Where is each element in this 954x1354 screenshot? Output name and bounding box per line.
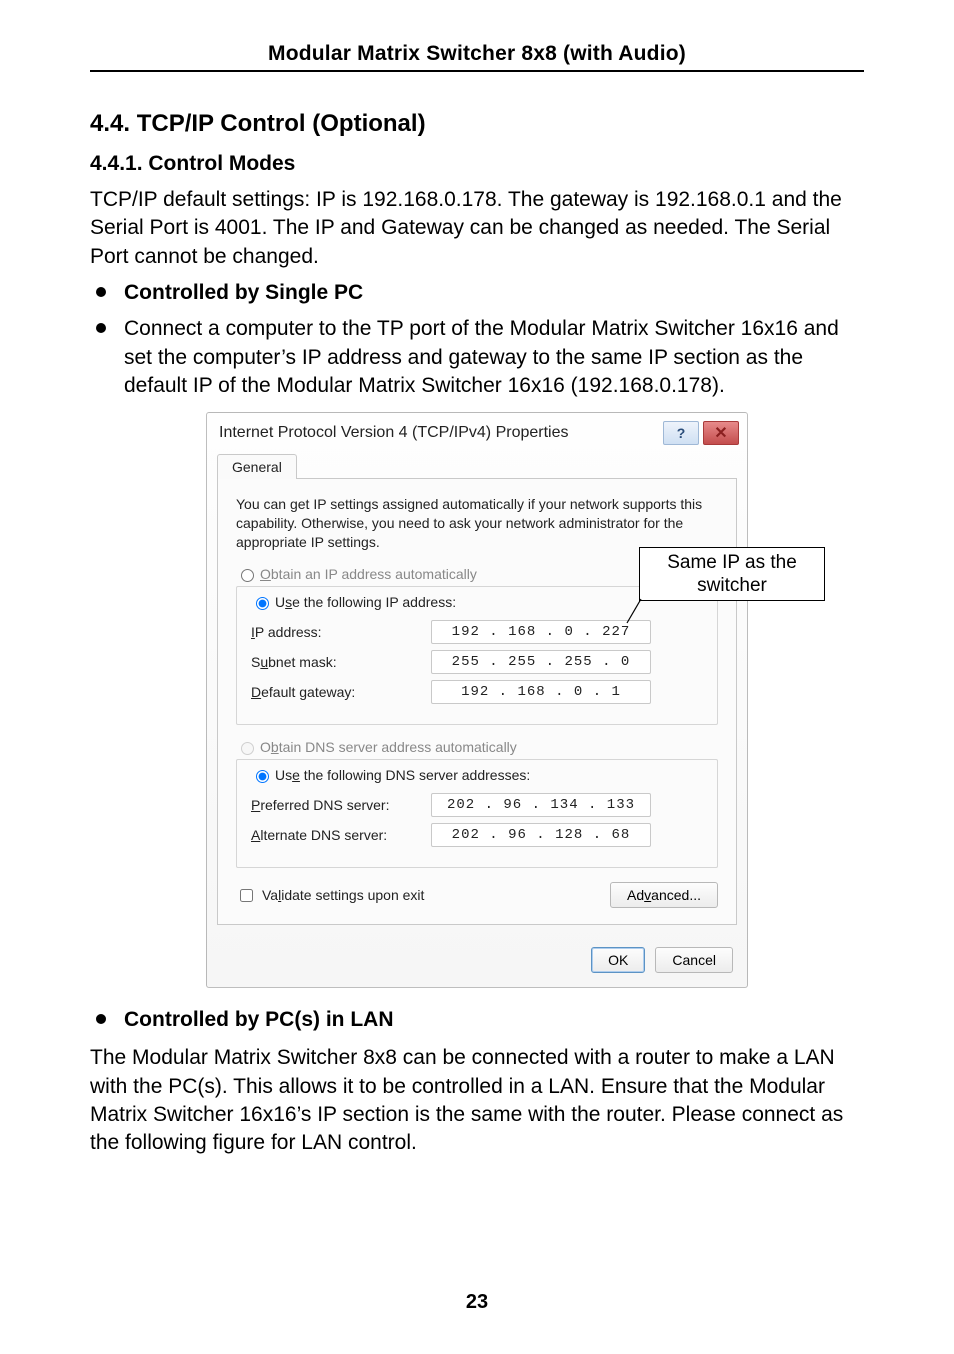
ip-address-label: IP address: [251,624,431,640]
bullet-single-pc-body: Connect a computer to the TP port of the… [124,315,864,400]
alternate-dns-label: Alternate DNS server: [251,827,431,843]
cancel-button[interactable]: Cancel [655,947,733,973]
subnet-mask-input[interactable]: 255 . 255 . 255 . 0 [431,650,651,674]
tab-general[interactable]: General [217,454,297,479]
radio-use-dns-label: Use the following DNS server addresses: [275,767,530,783]
validate-label: Validate settings upon exit [262,887,424,903]
default-gateway-label: Default gateway: [251,684,431,700]
preferred-dns-input[interactable]: 202 . 96 . 134 . 133 [431,793,651,817]
bullet-single-pc-title: Controlled by Single PC [124,279,363,307]
radio-obtain-dns-label: Obtain DNS server address automatically [260,739,517,755]
ok-button[interactable]: OK [591,947,645,973]
header-rule [90,70,864,72]
radio-obtain-ip-label: Obtain an IP address automatically [260,566,477,582]
callout-same-ip: Same IP as the switcher [639,547,825,601]
bullet-icon [96,323,106,333]
ip-address-input[interactable]: 192 . 168 . 0 . 227 [431,620,651,644]
lan-paragraph: The Modular Matrix Switcher 8x8 can be c… [90,1044,864,1157]
radio-use-dns[interactable] [256,770,269,783]
bullet-icon [96,287,106,297]
bullet-icon [96,1014,106,1024]
section-heading: 4.4. TCP/IP Control (Optional) [90,110,864,138]
advanced-button[interactable]: Advanced... [610,882,718,908]
page-number: 23 [0,1291,954,1314]
dialog-title: Internet Protocol Version 4 (TCP/IPv4) P… [219,424,568,442]
validate-checkbox[interactable] [240,889,253,902]
ipv4-properties-dialog: Internet Protocol Version 4 (TCP/IPv4) P… [206,412,748,988]
intro-paragraph: TCP/IP default settings: IP is 192.168.0… [90,186,864,271]
help-button[interactable]: ? [663,421,699,445]
radio-obtain-dns [241,742,254,755]
preferred-dns-label: Preferred DNS server: [251,797,431,813]
radio-use-ip[interactable] [256,597,269,610]
page-header: Modular Matrix Switcher 8x8 (with Audio) [90,42,864,66]
bullet-lan-title: Controlled by PC(s) in LAN [124,1006,394,1034]
dialog-description: You can get IP settings assigned automat… [236,495,718,552]
default-gateway-input[interactable]: 192 . 168 . 0 . 1 [431,680,651,704]
subnet-mask-label: Subnet mask: [251,654,431,670]
callout-leader-line [625,599,641,623]
subsection-heading: 4.4.1. Control Modes [90,152,864,176]
close-button[interactable]: ✕ [703,421,739,445]
radio-obtain-ip[interactable] [241,569,254,582]
alternate-dns-input[interactable]: 202 . 96 . 128 . 68 [431,823,651,847]
radio-use-ip-label: Use the following IP address: [275,594,456,610]
